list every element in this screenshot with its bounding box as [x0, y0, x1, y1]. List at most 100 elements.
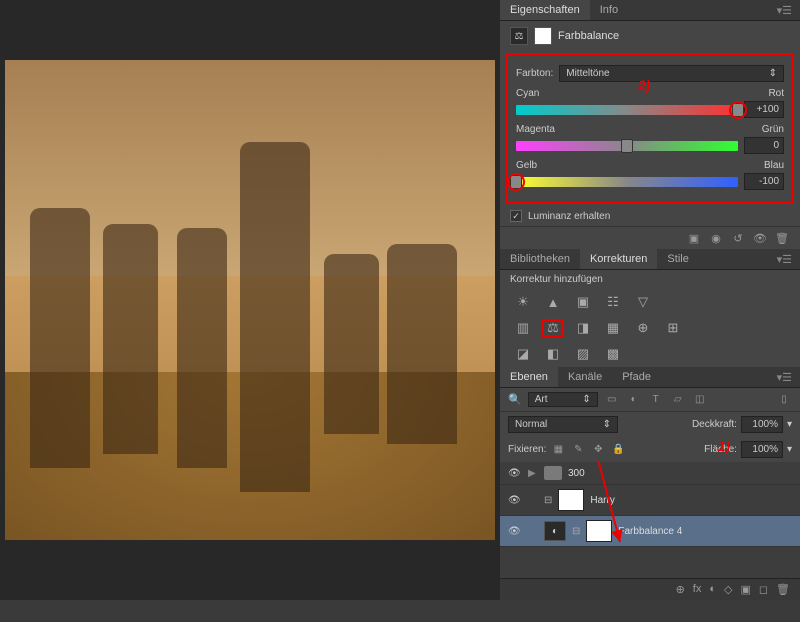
panel-menu-icon[interactable]: ▾☰ [769, 251, 800, 268]
invert-icon[interactable]: ◪ [512, 345, 534, 363]
photo-filter-icon[interactable]: ▦ [602, 319, 624, 337]
slider-highlight-box: 2) Farbton: Mitteltöne⇕ Cyan Rot +100 [506, 53, 794, 204]
slider-thumb-mg[interactable] [621, 139, 633, 153]
lock-pixels-icon[interactable]: ✎ [570, 443, 586, 457]
value-cr[interactable]: +100 [744, 101, 784, 118]
label-cyan: Cyan [516, 88, 539, 99]
hue-sat-icon[interactable]: ▥ [512, 319, 534, 337]
link-icon[interactable]: ⊟ [544, 495, 552, 506]
mask-thumb[interactable] [534, 27, 552, 45]
adjustment-thumb[interactable]: ◐ [544, 521, 566, 541]
checkbox-icon[interactable]: ✓ [510, 210, 522, 222]
tab-channels[interactable]: Kanäle [558, 367, 612, 387]
annotation-2: 2) [638, 77, 650, 93]
fx-icon[interactable]: fx [693, 583, 702, 596]
slider-thumb-yb[interactable] [510, 175, 522, 189]
tab-layers[interactable]: Ebenen [500, 367, 558, 387]
properties-tabbar: Eigenschaften Info ▾☰ [500, 0, 800, 21]
color-lookup-icon[interactable]: ⊞ [662, 319, 684, 337]
trash-icon[interactable]: 🗑 [774, 231, 790, 245]
blend-mode-dropdown[interactable]: Normal⇕ [508, 416, 618, 433]
value-yb[interactable]: -100 [744, 173, 784, 190]
slider-track-yb[interactable] [516, 177, 738, 187]
gradient-map-icon[interactable]: ▩ [602, 345, 624, 363]
mask-icon[interactable]: ◐ [709, 583, 716, 596]
vibrance-icon[interactable]: ▽ [632, 293, 654, 311]
layer-mask-thumb[interactable] [586, 520, 612, 542]
reset-icon[interactable]: ↺ [730, 231, 746, 245]
tab-info[interactable]: Info [590, 0, 628, 20]
layer-mask-thumb[interactable] [558, 489, 584, 511]
visibility-icon[interactable]: 👁 [508, 468, 522, 479]
slider-track-mg[interactable] [516, 141, 738, 151]
color-balance-icon[interactable]: ⚖ [542, 319, 564, 337]
balance-icon: ⚖ [510, 27, 528, 45]
new-layer-icon[interactable]: ◻ [759, 583, 768, 596]
panel-menu-icon[interactable]: ▾☰ [769, 2, 800, 19]
layer-harry[interactable]: 👁 ⊟ Harry [500, 485, 800, 516]
tab-properties[interactable]: Eigenschaften [500, 0, 590, 20]
channel-mixer-icon[interactable]: ⊕ [632, 319, 654, 337]
tone-dropdown[interactable]: Mitteltöne⇕ [559, 65, 784, 82]
posterize-icon[interactable]: ◧ [542, 345, 564, 363]
layer-farbbalance4[interactable]: 👁 ◐ ⊟ Farbbalance 4 [500, 516, 800, 547]
filter-toggle-icon[interactable]: ▯ [776, 393, 792, 407]
filter-type-dropdown[interactable]: Art⇕ [528, 392, 598, 407]
preserve-luminosity-row[interactable]: ✓ Luminanz erhalten [500, 206, 800, 226]
exposure-icon[interactable]: ☷ [602, 293, 624, 311]
filter-pixel-icon[interactable]: ▭ [604, 393, 620, 407]
new-adjustment-icon[interactable]: ◇ [724, 583, 732, 596]
fill-flyout-icon[interactable]: ▾ [787, 444, 792, 455]
fill-value[interactable]: 100% [741, 441, 783, 458]
link-layers-icon[interactable]: ⊕ [676, 583, 685, 596]
opacity-value[interactable]: 100% [741, 416, 783, 433]
search-icon[interactable]: 🔍 [508, 393, 522, 406]
levels-icon[interactable]: ▲ [542, 293, 564, 311]
opacity-flyout-icon[interactable]: ▾ [787, 419, 792, 430]
clip-icon[interactable]: ▣ [686, 231, 702, 245]
lock-position-icon[interactable]: ✥ [590, 443, 606, 457]
add-adjustment-label: Korrektur hinzufügen [500, 270, 800, 289]
filter-type-icon[interactable]: T [648, 393, 664, 407]
layer-list[interactable]: 1) 👁 ▶ 300 👁 ⊟ Harry 👁 ◐ ⊟ Farbbalance 4 [500, 462, 800, 578]
preserve-luminosity-label: Luminanz erhalten [528, 211, 610, 222]
brightness-icon[interactable]: ☀ [512, 293, 534, 311]
tab-adjustments[interactable]: Korrekturen [580, 249, 657, 269]
visibility-icon[interactable]: 👁 [508, 495, 522, 506]
adjustment-icons-row1: ☀ ▲ ▣ ☷ ▽ [500, 289, 800, 315]
slider-track-cr[interactable] [516, 105, 738, 115]
link-icon[interactable]: ⊟ [572, 526, 580, 537]
value-mg[interactable]: 0 [744, 137, 784, 154]
tab-styles[interactable]: Stile [657, 249, 698, 269]
new-group-icon[interactable]: ▣ [740, 583, 750, 596]
panel-menu-icon[interactable]: ▾☰ [769, 369, 800, 386]
collapse-icon[interactable]: ▶ [528, 468, 538, 479]
filter-shape-icon[interactable]: ▱ [670, 393, 686, 407]
layer-name[interactable]: 300 [568, 468, 585, 479]
document-image[interactable] [5, 60, 495, 540]
slider-thumb-cr[interactable] [732, 103, 744, 117]
curves-icon[interactable]: ▣ [572, 293, 594, 311]
label-magenta: Magenta [516, 124, 555, 135]
lock-transparency-icon[interactable]: ▦ [550, 443, 566, 457]
filter-adjust-icon[interactable]: ◐ [626, 393, 642, 407]
layer-name[interactable]: Farbbalance 4 [618, 526, 682, 537]
view-prev-icon[interactable]: ◉ [708, 231, 724, 245]
tone-value: Mitteltöne [566, 68, 609, 79]
threshold-icon[interactable]: ▨ [572, 345, 594, 363]
filter-smart-icon[interactable]: ◫ [692, 393, 708, 407]
lock-all-icon[interactable]: 🔒 [610, 443, 626, 457]
tab-paths[interactable]: Pfade [612, 367, 661, 387]
layer-name[interactable]: Harry [590, 495, 614, 506]
canvas-area[interactable] [0, 0, 500, 600]
visibility-icon[interactable]: 👁 [508, 526, 522, 537]
tab-libraries[interactable]: Bibliotheken [500, 249, 580, 269]
layer-group-300[interactable]: 👁 ▶ 300 [500, 462, 800, 485]
visibility-icon[interactable]: 👁 [752, 231, 768, 245]
delete-layer-icon[interactable]: 🗑 [776, 583, 790, 596]
layers-tabbar: Ebenen Kanäle Pfade ▾☰ [500, 367, 800, 388]
adjustments-tabbar: Bibliotheken Korrekturen Stile ▾☰ [500, 249, 800, 270]
slider-magenta-green: Magenta Grün 0 [516, 124, 784, 154]
lock-fill-row: Fixieren: ▦ ✎ ✥ 🔒 Fläche: 100% ▾ [500, 437, 800, 462]
bw-icon[interactable]: ◨ [572, 319, 594, 337]
